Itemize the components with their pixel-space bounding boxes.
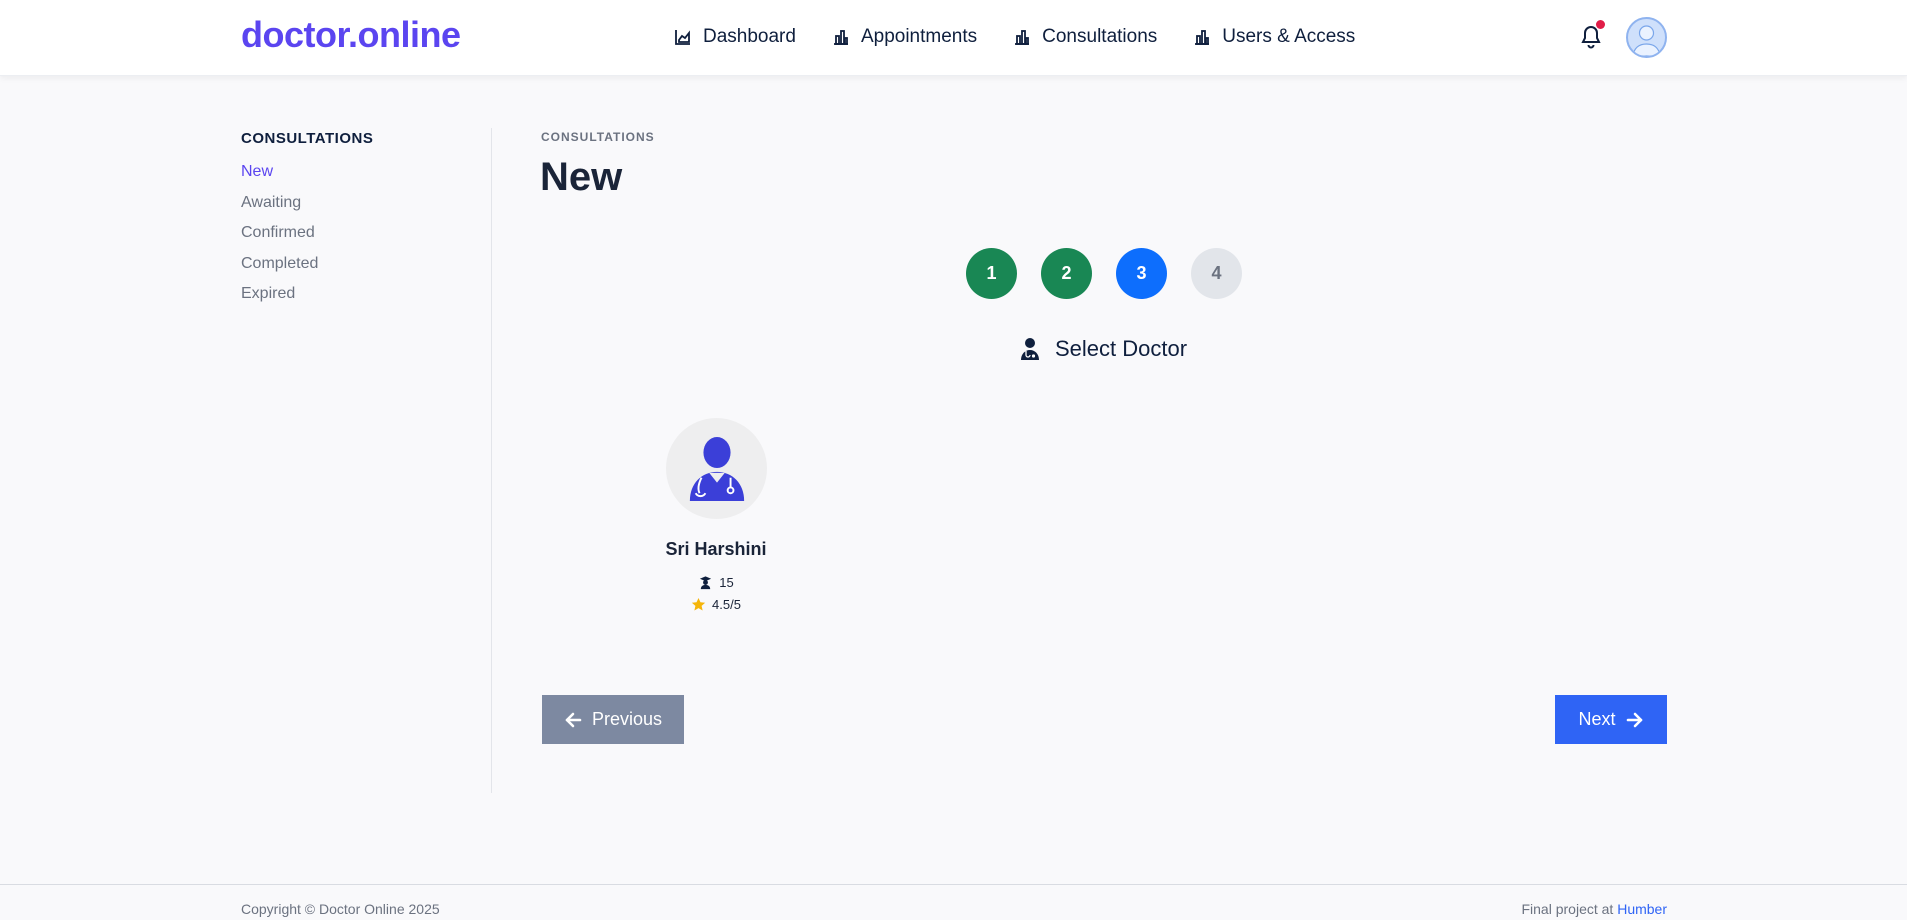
previous-button[interactable]: Previous — [542, 695, 684, 744]
section-header: Select Doctor — [1019, 336, 1187, 362]
footer-credit: Final project at Humber — [1521, 901, 1667, 917]
doctor-name: Sri Harshini — [665, 539, 767, 559]
sidebar-item-completed[interactable]: Completed — [241, 254, 318, 285]
arrow-left-icon — [565, 712, 582, 727]
doctor-rating: 4.5/5 — [636, 594, 796, 614]
breadcrumb: CONSULTATIONS — [541, 130, 655, 144]
doctor-icon — [1021, 338, 1039, 360]
step-4[interactable]: 4 — [1191, 248, 1242, 299]
nav-dashboard-label: Dashboard — [703, 26, 796, 47]
sidebar-title: CONSULTATIONS — [241, 130, 374, 147]
step-2[interactable]: 2 — [1041, 248, 1092, 299]
footer: Copyright © Doctor Online 2025 Final pro… — [0, 884, 1907, 920]
top-navbar: doctor.online Dashboard Appointments Con… — [0, 0, 1907, 76]
nav-appointments[interactable]: Appointments — [832, 24, 977, 50]
main-nav: Dashboard Appointments Consultations Use… — [674, 24, 1391, 50]
nav-consultations[interactable]: Consultations — [1013, 24, 1157, 50]
copyright-text: Copyright © Doctor Online 2025 — [241, 901, 440, 917]
notification-dot — [1596, 20, 1605, 29]
previous-label: Previous — [591, 709, 663, 729]
section-title: Select Doctor — [1055, 336, 1188, 361]
notifications-button[interactable] — [1579, 20, 1605, 52]
sidebar-item-awaiting[interactable]: Awaiting — [241, 193, 318, 224]
nav-dashboard[interactable]: Dashboard — [674, 24, 796, 50]
humber-link[interactable]: Humber — [1617, 901, 1667, 917]
nav-users-access-label: Users & Access — [1222, 26, 1356, 47]
step-3[interactable]: 3 — [1116, 248, 1167, 299]
chart-bar-icon — [1195, 30, 1210, 45]
nav-users-access[interactable]: Users & Access — [1193, 24, 1355, 50]
sidebar-item-confirmed[interactable]: Confirmed — [241, 223, 318, 254]
experience-value: 15 — [719, 574, 734, 590]
arrow-right-icon — [1626, 712, 1642, 727]
chart-bar-icon — [833, 30, 848, 45]
sidebar-menu: New Awaiting Confirmed Completed Expired — [241, 162, 318, 315]
page-title: New — [540, 155, 623, 199]
chart-bar-icon — [1015, 30, 1030, 45]
doctor-card[interactable]: Sri Harshini 15 4.5/5 — [636, 418, 796, 614]
sidebar-divider — [491, 128, 492, 793]
sidebar-item-new[interactable]: New — [241, 162, 318, 193]
user-silhouette-icon — [1632, 25, 1661, 56]
user-avatar[interactable] — [1626, 17, 1667, 58]
stepper: 1 2 3 4 — [966, 248, 1266, 299]
next-label: Next — [1578, 709, 1616, 729]
graduate-icon — [700, 575, 712, 589]
doctor-avatar-icon — [689, 436, 744, 501]
doctor-experience: 15 — [636, 572, 796, 592]
nav-appointments-label: Appointments — [860, 26, 978, 47]
sidebar-item-expired[interactable]: Expired — [241, 284, 318, 315]
chart-area-icon — [675, 30, 690, 45]
star-icon — [691, 597, 706, 610]
brand-logo[interactable]: doctor.online — [241, 14, 461, 56]
step-1[interactable]: 1 — [966, 248, 1017, 299]
nav-consultations-label: Consultations — [1042, 26, 1158, 47]
rating-value: 4.5/5 — [712, 596, 741, 612]
footer-credit-prefix: Final project at — [1521, 901, 1618, 917]
next-button[interactable]: Next — [1555, 695, 1667, 744]
doctor-avatar — [666, 418, 767, 519]
